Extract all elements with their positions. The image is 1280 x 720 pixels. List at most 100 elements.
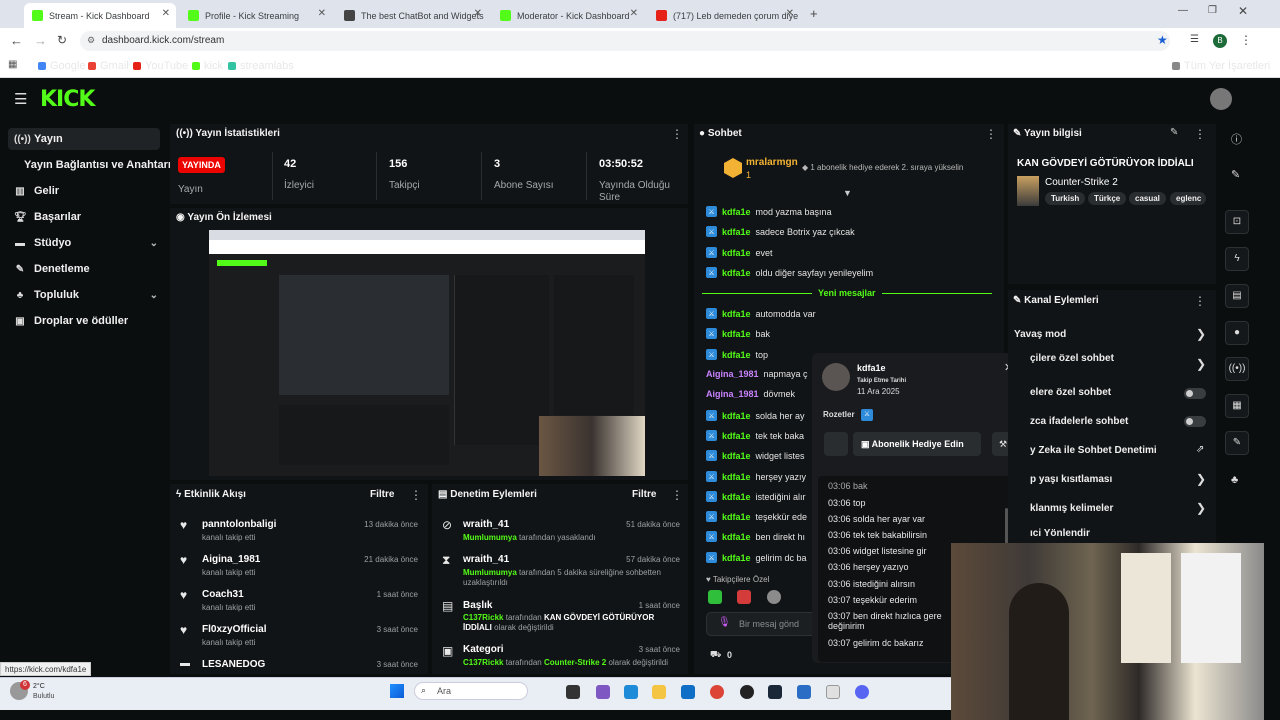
all-bookmarks[interactable]: Tüm Yer İşaretleri [1172, 60, 1270, 72]
chat-username[interactable]: kdfa1e [722, 248, 751, 258]
channel-actions-menu-icon[interactable]: ⋮ [1194, 294, 1206, 308]
menu-kebab-icon[interactable]: ⋮ [1240, 33, 1252, 47]
copilot-icon[interactable] [596, 685, 610, 699]
settings-icon[interactable] [826, 685, 840, 699]
chat-username[interactable]: kdfa1e [722, 227, 751, 237]
mod-actor[interactable]: C137Rickk [463, 613, 503, 622]
activity-user[interactable]: Aigina_1981 [202, 554, 260, 565]
tab-youtube[interactable]: (717) Leb demeden çorum diye ✕ [648, 3, 800, 28]
close-icon[interactable]: ✕ [786, 8, 794, 19]
tab-chatbot[interactable]: The best ChatBot and Widgets ✕ [336, 3, 488, 28]
tab-stream-dashboard[interactable]: Stream - Kick Dashboard ✕ [24, 3, 176, 28]
chat-username[interactable]: kdfa1e [722, 309, 751, 319]
chat-username[interactable]: kdfa1e [722, 431, 751, 441]
hamburger-menu-icon[interactable]: ☰ [14, 90, 27, 108]
tab-search-icon[interactable]: ☰ [1190, 34, 1199, 45]
maximize-icon[interactable]: ❐ [1208, 5, 1217, 16]
bookmark-star-icon[interactable]: ★ [1157, 33, 1168, 47]
action-raid[interactable]: ıci Yönlendir [1030, 528, 1090, 539]
chat-username[interactable]: kdfa1e [722, 532, 751, 542]
chevron-right-icon[interactable]: ❯ [1196, 327, 1206, 341]
emote-chat-toggle[interactable] [1184, 416, 1206, 427]
url-input[interactable]: dashboard.kick.com/stream [80, 31, 1170, 51]
taskbar-search[interactable]: Ara [414, 682, 528, 700]
screen-capture-icon[interactable]: ⊡ [1225, 210, 1249, 234]
activity-menu-icon[interactable]: ⋮ [410, 488, 422, 502]
action-emote-chat[interactable]: zca ifadelerle sohbet [1030, 416, 1128, 427]
bookmark-streamlabs[interactable]: streamlabs [228, 60, 294, 72]
bookmark-kick[interactable]: kick [192, 60, 223, 72]
chat-username[interactable]: kdfa1e [722, 512, 751, 522]
file-explorer-icon[interactable] [652, 685, 666, 699]
mod-target[interactable]: wraith_41 [463, 519, 509, 530]
chat-username[interactable]: Aigina_1981 [706, 369, 759, 379]
edit-pencil-icon[interactable]: ✎ [1170, 127, 1178, 138]
chevron-right-icon[interactable]: ❯ [1196, 357, 1206, 371]
chevron-right-icon[interactable]: ❯ [1196, 501, 1206, 515]
back-icon[interactable]: ← [10, 33, 23, 48]
app-icon[interactable] [797, 685, 811, 699]
chat-username[interactable]: kdfa1e [722, 329, 751, 339]
discord-icon[interactable] [855, 685, 869, 699]
bookmark-youtube[interactable]: YouTube [133, 60, 188, 72]
tag-casual[interactable]: casual [1129, 192, 1166, 205]
sidebar-item-gelir[interactable]: ▥ Gelir [14, 180, 164, 202]
chat-username[interactable]: kdfa1e [722, 553, 751, 563]
user-card-username[interactable]: kdfa1e [857, 363, 886, 373]
mod-actor[interactable]: Mumlumumya [463, 568, 517, 577]
tab-profile[interactable]: Profile - Kick Streaming ✕ [180, 3, 332, 28]
chat-bubble-icon[interactable]: ● [1225, 321, 1249, 345]
mod-target[interactable]: wraith_41 [463, 554, 509, 565]
emote-icon[interactable] [708, 590, 722, 604]
chat-username[interactable]: Aigina_1981 [706, 389, 759, 399]
emote-icon[interactable] [737, 590, 751, 604]
tag-turkish[interactable]: Turkish [1045, 192, 1086, 205]
user-card-action-button[interactable] [824, 432, 848, 456]
profile-avatar[interactable]: B [1213, 34, 1227, 48]
sidebar-item-denetleme[interactable]: ✎ Denetleme [14, 258, 164, 280]
community-icon[interactable]: ♣ [1231, 474, 1238, 486]
stats-menu-icon[interactable]: ⋮ [671, 127, 683, 141]
collapse-icon[interactable]: ▼ [843, 188, 852, 198]
user-avatar[interactable] [1210, 88, 1232, 110]
close-icon[interactable]: ✕ [630, 8, 638, 19]
obs-icon[interactable] [740, 685, 754, 699]
stream-info-menu-icon[interactable]: ⋮ [1194, 127, 1206, 141]
stream-preview-video[interactable] [209, 230, 645, 476]
chat-username[interactable]: kdfa1e [722, 268, 751, 278]
wrench-icon[interactable]: ✎ [1225, 431, 1249, 455]
tag-turkce[interactable]: Türkçe [1088, 192, 1127, 205]
game-name[interactable]: Counter-Strike 2 [1045, 177, 1118, 188]
new-tab-icon[interactable]: + [810, 6, 818, 21]
pinned-user[interactable]: mralarmgn [746, 157, 798, 168]
windows-start-icon[interactable] [390, 684, 404, 698]
tab-moderator[interactable]: Moderator - Kick Dashboard ✕ [492, 3, 644, 28]
close-window-icon[interactable]: ✕ [1238, 4, 1248, 18]
forward-icon[interactable]: → [34, 33, 47, 48]
chevron-right-icon[interactable]: ❯ [1196, 472, 1206, 486]
chat-username[interactable]: kdfa1e [722, 492, 751, 502]
sidebar-item-basarilar[interactable]: 🏆︎ Başarılar [14, 206, 164, 228]
reload-icon[interactable]: ↻ [57, 33, 67, 47]
chrome-icon[interactable] [710, 685, 724, 699]
kick-logo[interactable]: KICK [40, 87, 95, 112]
action-banned-words[interactable]: klanmış kelimeler [1030, 503, 1113, 514]
gift-subscription-button[interactable]: ▣ Abonelik Hediye Edin [853, 432, 981, 456]
bookmark-gmail[interactable]: Gmail [88, 60, 129, 72]
moderation-filter-button[interactable]: Filtre [632, 489, 656, 500]
apps-grid-icon[interactable]: ▦ [8, 59, 17, 70]
chat-username[interactable]: kdfa1e [722, 472, 751, 482]
action-ai-moderation[interactable]: y Zeka ile Sohbet Denetimi [1030, 445, 1157, 456]
bookmark-google[interactable]: Google [38, 60, 85, 72]
mod-actor[interactable]: Mumlumumya [463, 533, 517, 542]
chat-username[interactable]: kdfa1e [722, 207, 751, 217]
activity-filter-button[interactable]: Filtre [370, 489, 394, 500]
mod-actor[interactable]: C137Rickk [463, 658, 503, 667]
chat-menu-icon[interactable]: ⋮ [985, 127, 997, 141]
lightning-icon[interactable]: ϟ [1225, 247, 1249, 271]
close-icon[interactable]: ✕ [318, 8, 326, 19]
steam-icon[interactable] [768, 685, 782, 699]
activity-user[interactable]: Coach31 [202, 589, 244, 600]
info-icon[interactable]: ⓘ [1231, 131, 1242, 147]
store-icon[interactable] [681, 685, 695, 699]
